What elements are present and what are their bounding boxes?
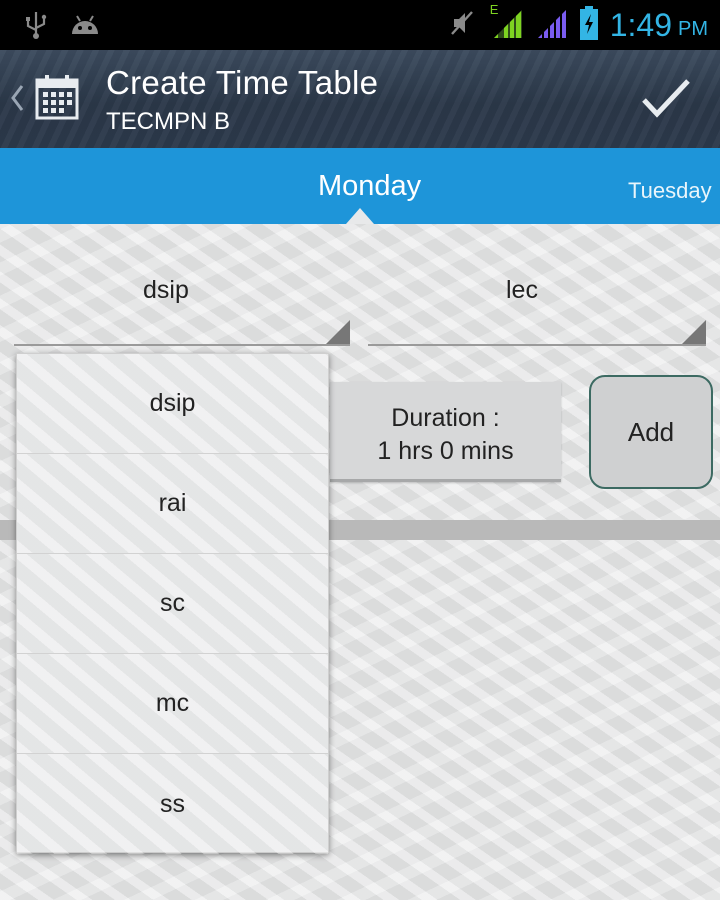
dropdown-item-mc[interactable]: mc [17,654,328,754]
calendar-icon[interactable] [34,74,80,126]
signal-icon: E [490,2,526,44]
status-bar: E 1:49 PM [0,0,720,50]
duration-value: 1 hrs 0 mins [377,437,514,465]
usb-icon [24,10,48,44]
subject-spinner-underline [14,344,350,346]
dropdown-item-dsip[interactable]: dsip [17,354,328,454]
dropdown-item-ss[interactable]: ss [17,754,328,854]
battery-charging-icon [578,5,600,45]
status-time: 1:49 [609,6,672,43]
subject-spinner-arrow-icon [326,320,350,344]
confirm-button[interactable] [640,76,692,120]
signal-icon-2 [534,6,570,44]
dropdown-item-rai[interactable]: rai [17,454,328,554]
android-icon [68,12,102,42]
subject-spinner-value: dsip [143,276,189,304]
type-spinner-underline [368,344,706,346]
add-button[interactable]: Add [589,375,713,489]
type-spinner-arrow-icon [682,320,706,344]
tab-monday[interactable]: Monday [318,170,421,203]
network-type-label: E [489,2,499,17]
tab-indicator [346,208,374,224]
type-spinner-value: lec [506,276,538,304]
status-right: E 1:49 PM [448,0,708,50]
page-title: Create Time Table [106,64,379,101]
page-subtitle: TECMPN B [106,108,231,135]
mute-icon [448,8,476,42]
dropdown-item-sc[interactable]: sc [17,554,328,654]
action-bar: Create Time Table TECMPN B [0,50,720,148]
subject-dropdown: dsip rai sc mc ss [16,353,329,854]
check-icon [642,79,690,118]
chevron-left-icon[interactable] [8,78,26,122]
status-left [24,10,102,44]
status-ampm: PM [678,17,708,40]
duration-button[interactable]: Duration : 1 hrs 0 mins [330,382,561,482]
tab-tuesday[interactable]: Tuesday [628,178,712,204]
duration-label: Duration : [391,404,500,432]
